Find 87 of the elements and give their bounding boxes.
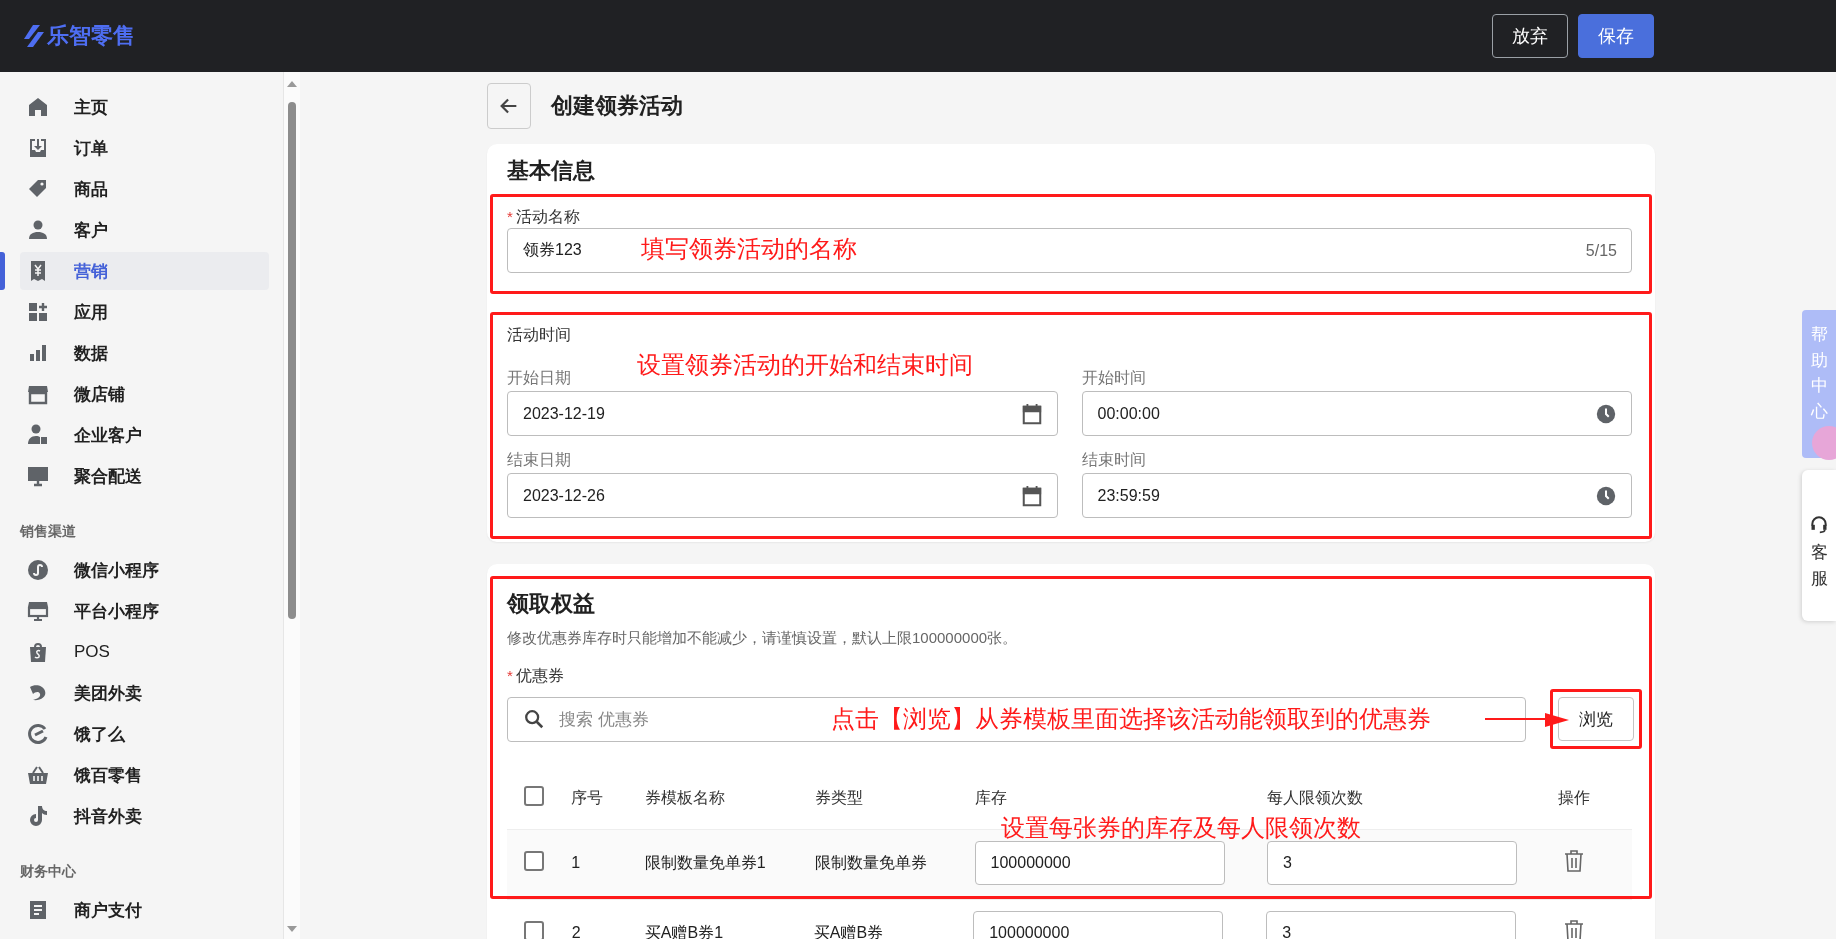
field-label: 结束日期 <box>507 450 572 470</box>
table-cell: 1 <box>571 854 581 871</box>
sidebar-item[interactable]: 客户 <box>20 211 269 249</box>
sidebar-item[interactable]: 数据 <box>20 334 269 372</box>
sidebar-item[interactable]: POS <box>20 633 269 671</box>
sidebar-item[interactable]: 主页 <box>20 88 269 126</box>
table-cell: 限制数量免单券 <box>815 853 928 871</box>
sidebar-item[interactable]: 微店铺 <box>20 375 269 413</box>
checkbox[interactable] <box>524 921 544 939</box>
limit-field[interactable]: 3 <box>1266 911 1517 939</box>
annotation-text: 设置领券活动的开始和结束时间 <box>637 350 973 380</box>
table-cell: 2 <box>571 924 581 939</box>
circle-icon <box>26 722 50 746</box>
calendar-icon[interactable] <box>1020 484 1043 507</box>
checkbox[interactable] <box>524 851 544 871</box>
headset-icon <box>1809 514 1829 534</box>
stock-field[interactable]: 100000000 <box>974 841 1225 885</box>
table-cell: 买A赠B券 <box>813 923 884 939</box>
checkbox[interactable] <box>524 786 544 806</box>
column-header: 库存 <box>974 788 1007 806</box>
column-header: 序号 <box>571 788 604 806</box>
calendar-icon[interactable] <box>1020 402 1043 425</box>
input-field[interactable]: 23:59:59 <box>1081 473 1632 518</box>
trash-icon[interactable] <box>1563 919 1586 939</box>
save-button[interactable]: 保存 <box>1578 14 1654 58</box>
annotation-text: 点击【浏览】从券模板里面选择该活动能领取到的优惠券 <box>831 703 1431 734</box>
monitor-icon <box>26 464 50 488</box>
field-label: 开始日期 <box>507 368 572 388</box>
home-icon <box>26 95 50 119</box>
input-field[interactable]: 2023-12-19 <box>507 391 1058 436</box>
input-field[interactable]: 00:00:00 <box>1081 391 1632 436</box>
scroll-down-icon[interactable] <box>287 925 297 933</box>
page-title: 创建领券活动 <box>551 92 683 120</box>
required-mark: * <box>507 208 513 225</box>
sidebar-item[interactable]: 商户支付 <box>20 891 269 929</box>
clock-icon[interactable] <box>1595 402 1617 425</box>
sidebar-item[interactable]: 商品 <box>20 170 269 208</box>
column-header: 每人限领次数 <box>1267 788 1363 806</box>
sidebar-item[interactable]: 微信小程序 <box>20 551 269 589</box>
discard-button[interactable]: 放弃 <box>1492 14 1568 58</box>
stock-field[interactable]: 100000000 <box>973 911 1224 939</box>
search-field[interactable]: 搜索 优惠券 点击【浏览】从券模板里面选择该活动能领取到的优惠券 <box>507 696 1526 742</box>
field-label: 优惠券 <box>515 667 564 684</box>
search-icon <box>523 708 545 730</box>
browse-button[interactable]: 浏览 <box>1558 697 1634 741</box>
field-label: 活动名称 <box>515 208 580 225</box>
clock-icon[interactable] <box>1595 484 1617 507</box>
input-field[interactable]: 2023-12-26 <box>507 473 1058 518</box>
section-title: 领取权益 <box>507 590 596 618</box>
required-mark: * <box>507 667 513 684</box>
annotation-text: 填写领券活动的名称 <box>641 234 857 264</box>
annotation-text: 设置每张券的库存及每人限领次数 <box>1000 813 1361 843</box>
sidebar-item[interactable]: 订单 <box>20 129 269 167</box>
sidebar-item[interactable]: 美团外卖 <box>20 674 269 712</box>
sidebar-item[interactable]: 企业客户 <box>20 416 269 454</box>
sidebar-item[interactable]: 应用 <box>20 293 269 331</box>
hint-text: 修改优惠券库存时只能增加不能减少，请谨慎设置，默认上限100000000张。 <box>507 629 1019 648</box>
customer-service-tab[interactable]: 客服 <box>1802 470 1836 621</box>
char-counter: 5/15 <box>1585 241 1617 260</box>
limit-field[interactable]: 3 <box>1267 841 1517 885</box>
scrollbar[interactable] <box>284 72 300 939</box>
sidebar-item[interactable]: 饿了么 <box>20 715 269 753</box>
sidebar-heading: 财务中心 <box>20 863 77 881</box>
sidebar-heading: 销售渠道 <box>20 523 77 541</box>
monitor-icon <box>26 599 50 623</box>
table-cell: 买A赠B券1 <box>644 923 724 939</box>
field-label: 结束时间 <box>1081 450 1147 470</box>
column-header: 券类型 <box>815 788 864 806</box>
app-logo: 乐智零售 <box>47 22 135 50</box>
scroll-up-icon[interactable] <box>287 80 297 88</box>
column-header: 操作 <box>1558 788 1591 806</box>
person-icon <box>26 423 50 447</box>
logo-icon <box>24 25 44 47</box>
section-title: 基本信息 <box>507 157 596 185</box>
table-cell: 限制数量免单券1 <box>644 853 766 871</box>
person-icon <box>26 218 50 242</box>
sidebar-item[interactable]: 聚合配送 <box>20 457 269 495</box>
grid-icon <box>26 300 50 324</box>
field-label: 开始时间 <box>1081 368 1147 388</box>
field-label: 活动时间 <box>507 325 572 345</box>
column-header: 券模板名称 <box>644 788 725 806</box>
trash-icon[interactable] <box>1563 849 1586 873</box>
sidebar-item[interactable]: 饿百零售 <box>20 756 269 794</box>
sidebar-item[interactable]: 抖音外卖 <box>20 797 269 835</box>
sidebar-item[interactable]: 平台小程序 <box>20 592 269 630</box>
selection-indicator <box>0 252 5 290</box>
back-button[interactable] <box>487 83 531 129</box>
